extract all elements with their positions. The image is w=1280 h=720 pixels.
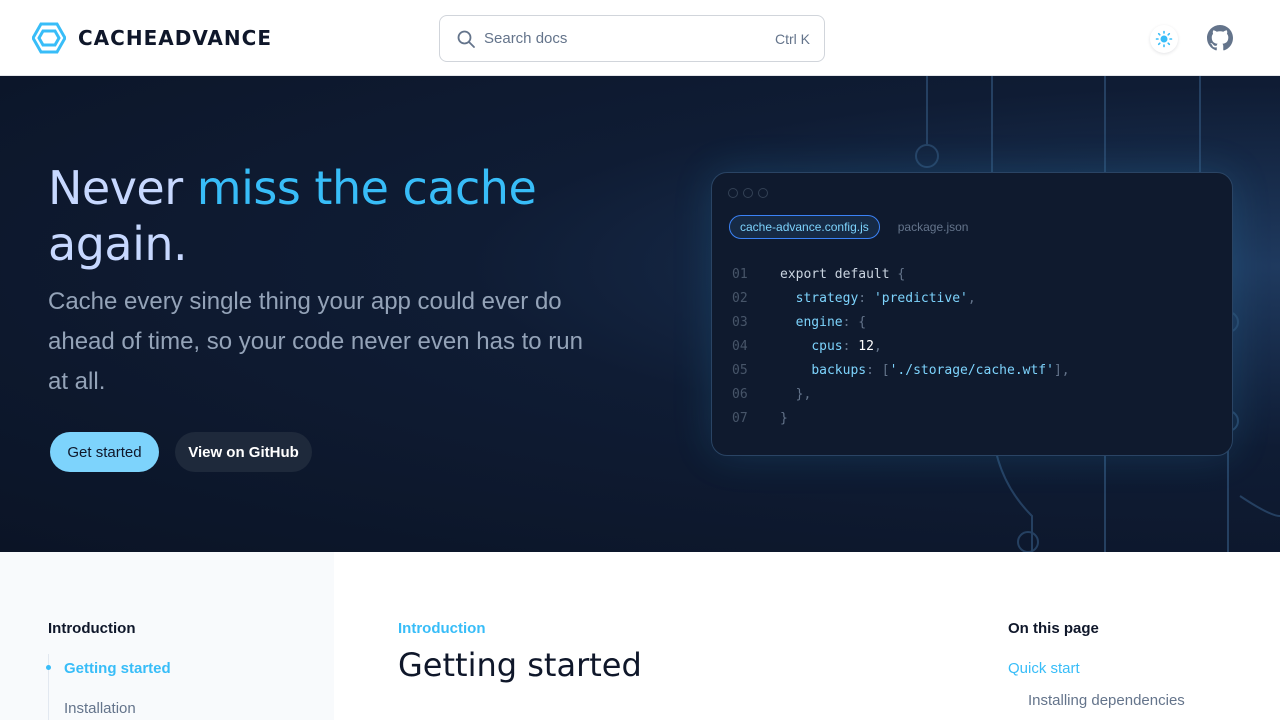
code-text: strategy: 'predictive', (795, 291, 976, 306)
docs-content: Introduction Getting started Installatio… (0, 552, 1280, 720)
search-box[interactable]: Ctrl K (439, 15, 825, 62)
code-line: 04 cpus: 12, (732, 335, 1070, 359)
sidebar-nav: Introduction Getting started Installatio… (0, 552, 334, 720)
hero-title: Never miss the cache again. (48, 160, 648, 272)
logo[interactable]: CACHEADVANCE (32, 22, 272, 54)
code-text: export default { (780, 267, 906, 282)
hexagon-logo-icon (32, 22, 66, 54)
top-header: CACHEADVANCE Ctrl K (0, 0, 1280, 76)
view-on-github-button[interactable]: View on GitHub (175, 432, 312, 472)
github-icon (1207, 25, 1233, 51)
search-input[interactable] (484, 16, 775, 61)
hero-section: Never miss the cache again. Cache every … (0, 76, 1280, 552)
sidebar-item-installation[interactable]: Installation (64, 700, 136, 717)
tab-config-file[interactable]: cache-advance.config.js (729, 215, 880, 239)
sun-icon (1155, 30, 1173, 48)
hero-subtitle: Cache every single thing your app could … (48, 288, 583, 395)
hero-title-highlight: miss the cache (196, 161, 537, 215)
window-dot (728, 188, 738, 198)
toc-heading: On this page (1008, 620, 1099, 637)
code-text: engine: { (795, 315, 867, 330)
theme-toggle-button[interactable] (1150, 25, 1178, 53)
github-link[interactable] (1206, 24, 1234, 52)
sidebar-heading: Introduction (48, 620, 136, 637)
tab-package-json[interactable]: package.json (898, 220, 969, 234)
line-number: 05 (732, 363, 748, 378)
code-line: 01 export default { (732, 263, 1070, 287)
code-line: 03 engine: { (732, 311, 1070, 335)
search-shortcut: Ctrl K (775, 30, 810, 47)
hero-title-part2: again. (48, 217, 188, 271)
code-line: 05 backups: ['./storage/cache.wtf'], (732, 359, 1070, 383)
line-number: 04 (732, 339, 748, 354)
line-number: 03 (732, 315, 748, 330)
line-number: 02 (732, 291, 748, 306)
toc-item-quick-start[interactable]: Quick start (1008, 660, 1080, 677)
breadcrumb: Introduction (398, 620, 486, 637)
code-text: } (780, 411, 788, 426)
code-preview-card: cache-advance.config.js package.json 01 e… (711, 172, 1233, 456)
line-number: 06 (732, 387, 748, 402)
toc-item-installing-dependencies[interactable]: Installing dependencies (1028, 692, 1185, 709)
get-started-button[interactable]: Get started (50, 432, 159, 472)
code-line: 06 }, (732, 383, 1070, 407)
code-tabs: cache-advance.config.js package.json (729, 215, 968, 239)
line-number: 01 (732, 267, 748, 282)
window-dot (758, 188, 768, 198)
hero-title-part1: Never (48, 161, 197, 215)
code-text: backups: ['./storage/cache.wtf'], (811, 363, 1070, 378)
sidebar-line (48, 654, 49, 720)
code-text: cpus: 12, (811, 339, 882, 354)
code-text: }, (795, 387, 812, 402)
sidebar-item-getting-started[interactable]: Getting started (64, 660, 171, 677)
search-icon (457, 30, 475, 48)
code-block: 01 export default { 02 strategy: 'predicti… (732, 263, 1070, 431)
window-dots (728, 188, 773, 198)
code-line: 07} (732, 407, 1070, 431)
window-dot (743, 188, 753, 198)
code-line: 02 strategy: 'predictive', (732, 287, 1070, 311)
page-title: Getting started (398, 646, 642, 684)
logo-text: CACHEADVANCE (78, 26, 272, 50)
active-indicator-dot (46, 665, 51, 670)
line-number: 07 (732, 411, 748, 426)
